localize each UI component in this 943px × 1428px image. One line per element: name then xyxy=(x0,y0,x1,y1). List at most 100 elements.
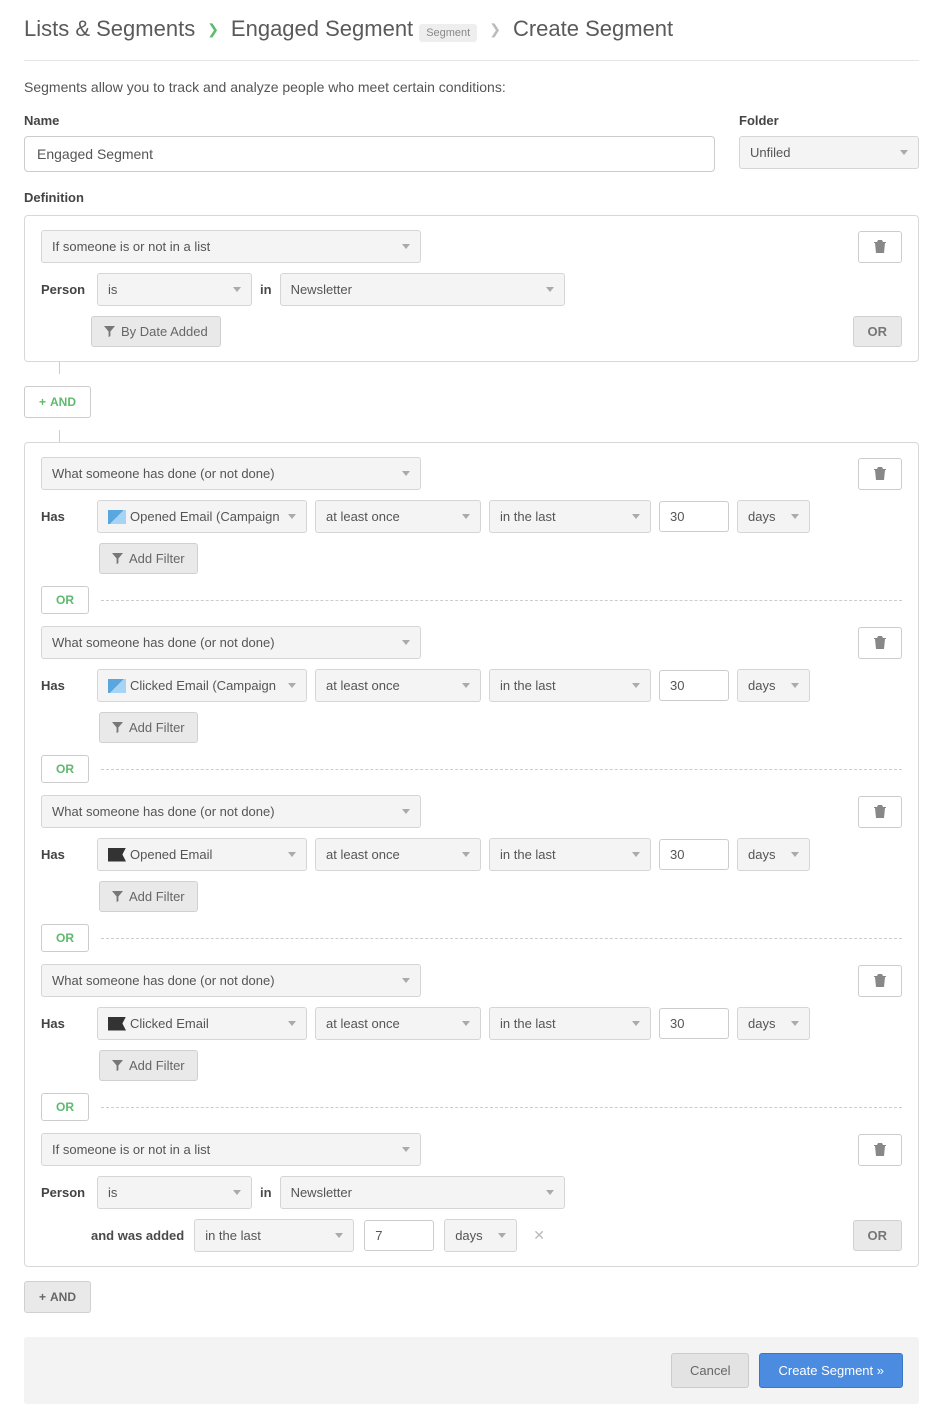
filter-icon xyxy=(112,722,123,733)
chevron-down-icon xyxy=(288,683,296,688)
chevron-down-icon xyxy=(791,1021,799,1026)
days-input[interactable] xyxy=(364,1220,434,1251)
chevron-down-icon xyxy=(402,640,410,645)
metric-select[interactable]: Opened Email (Campaign xyxy=(97,500,307,533)
flag-icon xyxy=(108,1017,126,1031)
filter-icon xyxy=(112,1060,123,1071)
delete-condition-button[interactable] xyxy=(858,627,902,659)
list-select[interactable]: Newsletter xyxy=(280,1176,565,1209)
condition-type-select[interactable]: What someone has done (or not done) xyxy=(41,795,421,828)
chevron-down-icon xyxy=(402,244,410,249)
delete-condition-button[interactable] xyxy=(858,458,902,490)
delete-condition-button[interactable] xyxy=(858,965,902,997)
chevron-down-icon xyxy=(233,287,241,292)
chevron-down-icon xyxy=(546,1190,554,1195)
delete-condition-button[interactable] xyxy=(858,231,902,263)
chevron-down-icon xyxy=(402,978,410,983)
chevron-right-icon: ❯ xyxy=(207,21,219,38)
add-filter-button[interactable]: Add Filter xyxy=(99,712,198,743)
breadcrumb: Lists & Segments ❯ Engaged SegmentSegmen… xyxy=(24,0,919,61)
and-button[interactable]: +AND xyxy=(24,1281,91,1313)
remove-filter-button[interactable]: ✕ xyxy=(533,1227,545,1244)
chevron-down-icon xyxy=(402,471,410,476)
days-input[interactable] xyxy=(659,1008,729,1039)
chevron-down-icon xyxy=(402,809,410,814)
timeframe-select[interactable]: in the last xyxy=(489,1007,651,1040)
in-label: in xyxy=(260,1185,272,1200)
add-filter-button[interactable]: Add Filter xyxy=(99,1050,198,1081)
timeframe-select[interactable]: in the last xyxy=(194,1219,354,1252)
trash-icon xyxy=(874,636,886,650)
breadcrumb-root[interactable]: Lists & Segments xyxy=(24,16,195,42)
condition-type-select[interactable]: What someone has done (or not done) xyxy=(41,964,421,997)
in-label: in xyxy=(260,282,272,297)
frequency-select[interactable]: at least once xyxy=(315,669,481,702)
condition-type-select[interactable]: If someone is or not in a list xyxy=(41,230,421,263)
delete-condition-button[interactable] xyxy=(858,1134,902,1166)
condition-type-select[interactable]: What someone has done (or not done) xyxy=(41,457,421,490)
list-select[interactable]: Newsletter xyxy=(280,273,565,306)
chevron-down-icon xyxy=(288,852,296,857)
condition-type-select[interactable]: If someone is or not in a list xyxy=(41,1133,421,1166)
chevron-down-icon xyxy=(632,683,640,688)
condition-block-1: If someone is or not in a list Person is… xyxy=(24,215,919,362)
trash-icon xyxy=(874,240,886,254)
or-button[interactable]: OR xyxy=(853,1220,903,1251)
folder-select[interactable]: Unfiled xyxy=(739,136,919,169)
chevron-down-icon xyxy=(546,287,554,292)
add-filter-button[interactable]: Add Filter xyxy=(99,881,198,912)
chevron-down-icon xyxy=(462,683,470,688)
unit-select[interactable]: days xyxy=(737,1007,810,1040)
segment-name-input[interactable] xyxy=(24,136,715,172)
timeframe-select[interactable]: in the last xyxy=(489,838,651,871)
unit-select[interactable]: days xyxy=(444,1219,517,1252)
has-label: Has xyxy=(41,509,89,524)
or-button[interactable]: OR xyxy=(41,586,89,614)
chevron-down-icon xyxy=(900,150,908,155)
intro-text: Segments allow you to track and analyze … xyxy=(24,79,919,95)
breadcrumb-parent[interactable]: Engaged SegmentSegment xyxy=(231,16,477,42)
chevron-right-icon: ❯ xyxy=(489,21,501,38)
or-button[interactable]: OR xyxy=(41,924,89,952)
frequency-select[interactable]: at least once xyxy=(315,1007,481,1040)
timeframe-select[interactable]: in the last xyxy=(489,500,651,533)
definition-label: Definition xyxy=(24,190,919,205)
or-button[interactable]: OR xyxy=(41,1093,89,1121)
cancel-button[interactable]: Cancel xyxy=(671,1353,749,1388)
metric-select[interactable]: Clicked Email (Campaign xyxy=(97,669,307,702)
frequency-select[interactable]: at least once xyxy=(315,500,481,533)
chevron-down-icon xyxy=(498,1233,506,1238)
delete-condition-button[interactable] xyxy=(858,796,902,828)
and-button[interactable]: +AND xyxy=(24,386,91,418)
frequency-select[interactable]: at least once xyxy=(315,838,481,871)
condition-block-2: What someone has done (or not done) Has … xyxy=(24,442,919,1267)
metric-select[interactable]: Clicked Email xyxy=(97,1007,307,1040)
metric-select[interactable]: Opened Email xyxy=(97,838,307,871)
or-button[interactable]: OR xyxy=(41,755,89,783)
person-is-select[interactable]: is xyxy=(97,273,252,306)
chevron-down-icon xyxy=(791,514,799,519)
has-label: Has xyxy=(41,1016,89,1031)
has-label: Has xyxy=(41,847,89,862)
by-date-added-button[interactable]: By Date Added xyxy=(91,316,221,347)
chevron-down-icon xyxy=(791,852,799,857)
unit-select[interactable]: days xyxy=(737,838,810,871)
unit-select[interactable]: days xyxy=(737,500,810,533)
days-input[interactable] xyxy=(659,501,729,532)
trash-icon xyxy=(874,805,886,819)
or-button[interactable]: OR xyxy=(853,316,903,347)
days-input[interactable] xyxy=(659,839,729,870)
chevron-down-icon xyxy=(402,1147,410,1152)
name-label: Name xyxy=(24,113,715,128)
chevron-down-icon xyxy=(462,1021,470,1026)
person-label: Person xyxy=(41,1185,89,1200)
email-icon xyxy=(108,510,126,524)
timeframe-select[interactable]: in the last xyxy=(489,669,651,702)
days-input[interactable] xyxy=(659,670,729,701)
unit-select[interactable]: days xyxy=(737,669,810,702)
create-segment-button[interactable]: Create Segment » xyxy=(759,1353,903,1388)
footer-actions: Cancel Create Segment » xyxy=(24,1337,919,1404)
condition-type-select[interactable]: What someone has done (or not done) xyxy=(41,626,421,659)
add-filter-button[interactable]: Add Filter xyxy=(99,543,198,574)
person-is-select[interactable]: is xyxy=(97,1176,252,1209)
